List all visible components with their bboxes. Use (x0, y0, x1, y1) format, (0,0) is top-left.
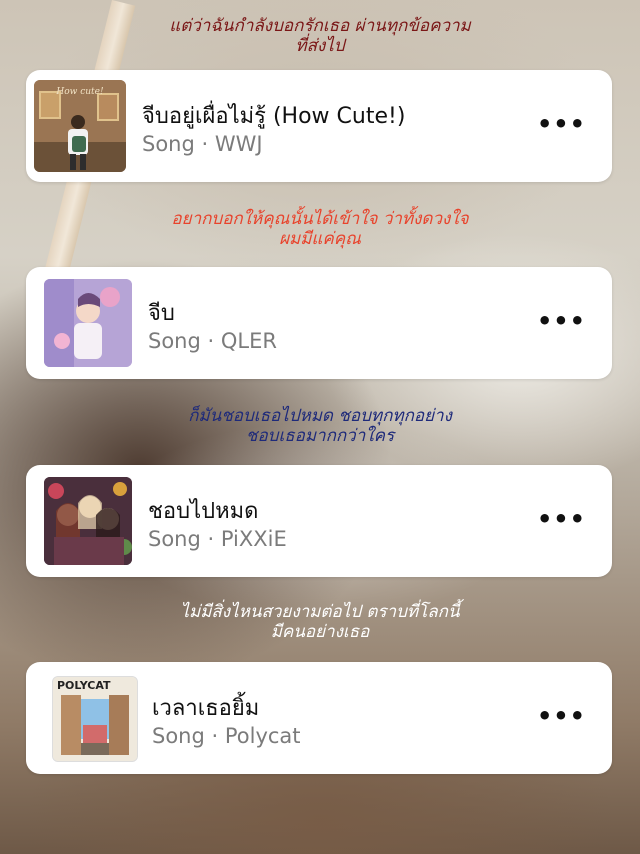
lyric-caption-3: ก็มันชอบเธอไปหมด ชอบทุกทุกอย่าง ชอบเธอมา… (0, 406, 640, 446)
more-options-button[interactable]: ••• (537, 505, 586, 533)
song-card-1[interactable]: How cute! จีบอยู่เผื่อไม่รู้ (How Cute!)… (26, 70, 612, 182)
lyric-caption-1-line-2: ที่ส่งไป (295, 36, 345, 56)
more-options-button[interactable]: ••• (537, 307, 586, 335)
song-subtitle: Song · WWJ (142, 132, 263, 156)
more-options-button[interactable]: ••• (537, 702, 586, 730)
lyric-caption-4-line-2: มีคนอย่างเธอ (270, 622, 370, 642)
lyric-caption-2: อยากบอกให้คุณนั้นได้เข้าใจ ว่าทั้งดวงใจ … (0, 209, 640, 249)
album-cover-chop-pai-mot (44, 477, 132, 565)
song-subtitle: Song · QLER (148, 329, 277, 353)
lyric-caption-3-line-2: ชอบเธอมากกว่าใคร (245, 426, 395, 446)
lyric-caption-1-line-1: แต่ว่าฉันกำลังบอกรักเธอ ผ่านทุกข้อความ (169, 16, 471, 36)
lyric-caption-4-line-1: ไม่มีสิ่งไหนสวยงามต่อไป ตราบที่โลกนี้ (180, 602, 460, 622)
song-title: เวลาเธอยิ้ม (152, 696, 260, 721)
song-card-4[interactable]: POLYCAT เวลาเธอยิ้ม Song · Polycat ••• (26, 662, 612, 774)
song-subtitle: Song · Polycat (152, 724, 301, 748)
album-cover-text: POLYCAT (57, 679, 111, 692)
lyric-caption-3-line-1: ก็มันชอบเธอไปหมด ชอบทุกทุกอย่าง (188, 406, 452, 426)
song-title: ชอบไปหมด (148, 499, 259, 524)
album-cover-jeeb (44, 279, 132, 367)
song-title: จีบอยู่เผื่อไม่รู้ (How Cute!) (142, 104, 406, 129)
album-cover-polycat: POLYCAT (52, 676, 138, 762)
album-cover-text: How cute! (55, 87, 104, 97)
song-subtitle: Song · PiXXiE (148, 527, 287, 551)
lyric-caption-2-line-1: อยากบอกให้คุณนั้นได้เข้าใจ ว่าทั้งดวงใจ (171, 209, 469, 229)
more-options-button[interactable]: ••• (537, 110, 586, 138)
song-card-3[interactable]: ชอบไปหมด Song · PiXXiE ••• (26, 465, 612, 577)
lyric-caption-1: แต่ว่าฉันกำลังบอกรักเธอ ผ่านทุกข้อความ ท… (0, 16, 640, 56)
lyric-caption-4: ไม่มีสิ่งไหนสวยงามต่อไป ตราบที่โลกนี้ มี… (0, 602, 640, 642)
song-title: จีบ (148, 301, 175, 326)
song-card-2[interactable]: จีบ Song · QLER ••• (26, 267, 612, 379)
album-cover-how-cute: How cute! (34, 80, 126, 172)
lyric-caption-2-line-2: ผมมีแค่คุณ (279, 229, 361, 249)
